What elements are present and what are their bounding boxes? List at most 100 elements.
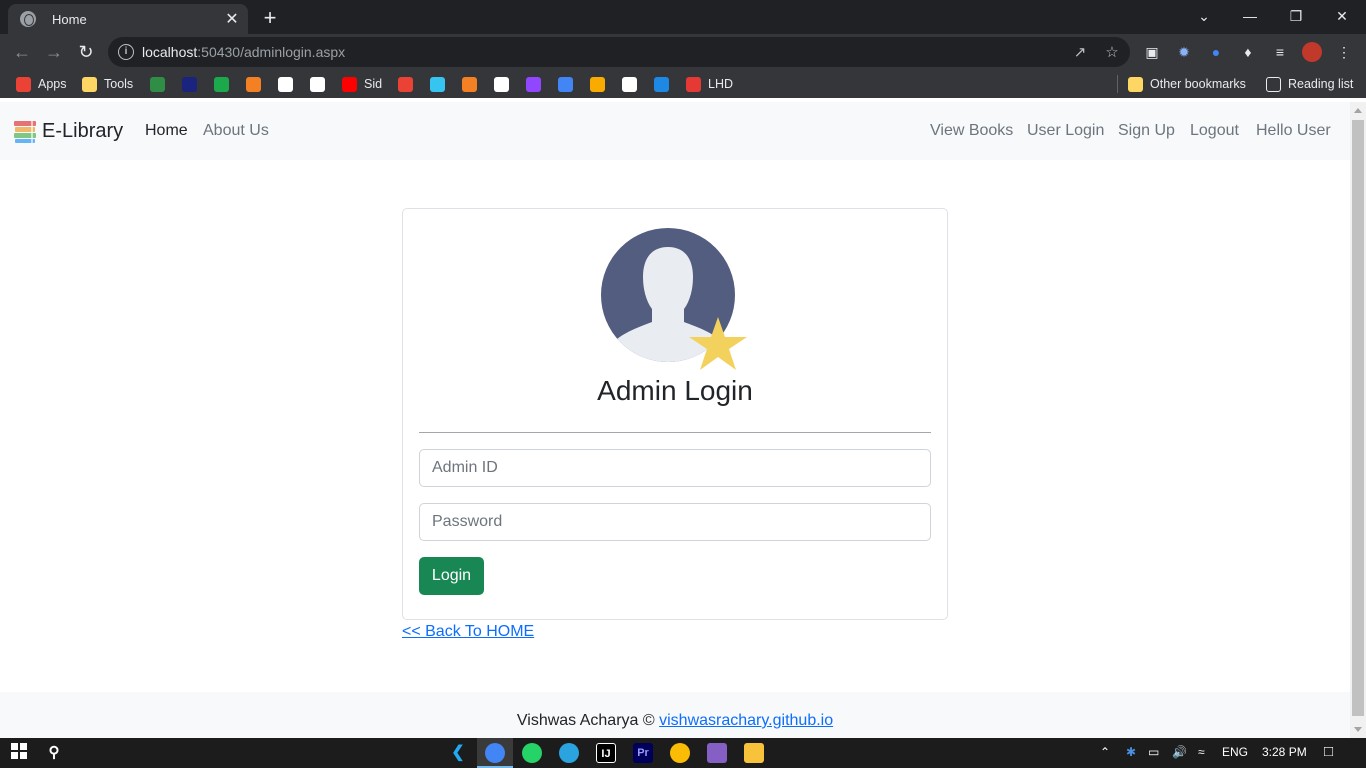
other-bookmarks-folder[interactable]: Other bookmarks <box>1128 76 1246 92</box>
shield-icon <box>494 76 509 92</box>
lock-icon <box>622 76 637 92</box>
bluetooth-icon[interactable]: ✱ <box>1126 745 1136 759</box>
menu-kebab-icon[interactable]: ⋮ <box>1334 42 1354 62</box>
nav-sign-up[interactable]: Sign Up <box>1118 122 1175 140</box>
bookmark-item[interactable] <box>214 76 236 92</box>
twitch-icon <box>526 76 541 92</box>
tab-groups-icon[interactable]: ▣ <box>1142 42 1162 62</box>
browser-tab[interactable]: Home ✕ <box>8 4 248 34</box>
site-navbar: E-Library Home About Us View Books User … <box>0 102 1350 160</box>
wifi-icon[interactable]: ≈ <box>1198 745 1205 759</box>
admin-avatar-icon <box>599 227 753 377</box>
slack-icon <box>430 76 445 92</box>
password-input[interactable] <box>419 503 931 541</box>
nav-home[interactable]: Home <box>145 122 188 140</box>
web-page: E-Library Home About Us View Books User … <box>0 102 1350 738</box>
extension-gear-icon[interactable]: ✹ <box>1174 42 1194 62</box>
divider <box>419 432 931 433</box>
telegram-icon[interactable] <box>559 743 579 763</box>
bookmark-item[interactable] <box>462 76 484 92</box>
bookmark-item[interactable] <box>246 76 268 92</box>
premiere-icon[interactable]: Pr <box>633 743 653 763</box>
python-extension-icon[interactable]: ● <box>1206 42 1226 62</box>
nav-user-login[interactable]: User Login <box>1027 122 1104 140</box>
bookmark-item[interactable]: LHD <box>686 76 733 92</box>
site-info-icon[interactable]: i <box>118 44 134 60</box>
puzzle-extensions-icon[interactable]: ♦ <box>1238 42 1258 62</box>
brand-link[interactable]: E-Library <box>12 118 123 144</box>
windows-taskbar: ⚲ ❮ IJ Pr ⌃ ✱ ▭ 🔊 ≈ ENG 3:28 PM □ <box>0 738 1366 768</box>
books-logo-icon <box>14 121 36 143</box>
scroll-down-icon[interactable] <box>1354 727 1362 732</box>
admin-id-input[interactable] <box>419 449 931 487</box>
battery-icon[interactable]: ▭ <box>1148 745 1159 759</box>
bookmark-item[interactable]: Apps <box>16 76 67 92</box>
bookmark-item[interactable] <box>182 76 204 92</box>
nav-about-us[interactable]: About Us <box>203 122 269 140</box>
tray-chevron-icon[interactable]: ⌃ <box>1100 745 1110 759</box>
nav-hello-user[interactable]: Hello User <box>1256 122 1331 140</box>
reading-list-icon <box>1266 76 1281 92</box>
bookmark-item[interactable] <box>150 76 172 92</box>
profile-avatar[interactable] <box>1302 42 1322 62</box>
url-text[interactable]: localhost:50430/adminlogin.aspx <box>142 44 345 60</box>
vscode-icon[interactable]: ❮ <box>448 743 468 763</box>
bookmark-item[interactable] <box>278 76 300 92</box>
footer-text: Vishwas Acharya © vishwasrachary.github.… <box>0 712 1350 730</box>
clock[interactable]: 3:28 PM <box>1262 745 1307 759</box>
maximize-button[interactable]: ❐ <box>1276 4 1316 28</box>
back-to-home-link[interactable]: << Back To HOME <box>402 623 534 641</box>
forward-arrow-icon[interactable]: → <box>42 40 66 64</box>
bookmark-item[interactable] <box>430 76 452 92</box>
footer-author: Vishwas Acharya © <box>516 712 655 729</box>
tab-search-icon[interactable]: ⌄ <box>1184 4 1224 28</box>
bookmark-item[interactable] <box>398 76 420 92</box>
page-scrollbar[interactable] <box>1350 102 1366 738</box>
bookmark-item[interactable]: Sid <box>342 76 382 92</box>
reload-icon[interactable]: ↻ <box>74 40 98 64</box>
media-control-icon[interactable]: ≡ <box>1270 42 1290 62</box>
bookmark-label: Tools <box>104 77 134 91</box>
minimize-button[interactable]: — <box>1230 4 1270 28</box>
bookmark-item[interactable] <box>310 76 332 92</box>
address-bar[interactable]: i localhost:50430/adminlogin.aspx ↗ ☆ <box>108 37 1130 67</box>
bookmark-label: Sid <box>364 77 383 91</box>
bookmark-item[interactable] <box>558 76 580 92</box>
bookmark-item[interactable] <box>654 76 676 92</box>
brand-name: E-Library <box>42 119 124 142</box>
windows-start-icon[interactable] <box>9 743 29 763</box>
bookmark-label: Apps <box>38 77 67 91</box>
bookmark-item[interactable] <box>590 76 612 92</box>
close-tab-icon[interactable]: ✕ <box>222 9 242 29</box>
bookmark-item[interactable] <box>494 76 516 92</box>
nav-logout[interactable]: Logout <box>1190 122 1239 140</box>
footer-github-link[interactable]: vishwasrachary.github.io <box>659 712 833 729</box>
visual-studio-icon[interactable] <box>707 743 727 763</box>
back-arrow-icon[interactable]: ← <box>10 40 34 64</box>
whatsapp-icon[interactable] <box>522 743 542 763</box>
close-window-button[interactable]: ✕ <box>1322 4 1362 28</box>
new-tab-button[interactable]: + <box>258 5 282 31</box>
nav-view-books[interactable]: View Books <box>930 122 1013 140</box>
file-explorer-icon[interactable] <box>744 743 764 763</box>
globe-icon <box>20 11 36 27</box>
volume-icon[interactable]: 🔊 <box>1172 745 1187 759</box>
intellij-icon[interactable]: IJ <box>596 743 616 763</box>
stack-icon <box>462 76 477 92</box>
chrome-icon[interactable] <box>485 743 505 763</box>
bookmark-item[interactable] <box>622 76 644 92</box>
browser-toolbar: ← → ↻ i localhost:50430/adminlogin.aspx … <box>0 34 1366 70</box>
bookmark-item[interactable] <box>526 76 548 92</box>
search-icon[interactable]: ⚲ <box>44 743 64 763</box>
reading-list-button[interactable]: Reading list <box>1266 76 1353 92</box>
notifications-icon[interactable]: □ <box>1324 743 1333 760</box>
star-bookmark-icon[interactable]: ☆ <box>1102 43 1122 61</box>
scroll-up-icon[interactable] <box>1354 108 1362 113</box>
gmail-icon <box>398 76 413 92</box>
chrome-alt-icon[interactable] <box>670 743 690 763</box>
language-indicator[interactable]: ENG <box>1222 745 1248 759</box>
login-button[interactable]: Login <box>419 557 484 595</box>
scrollbar-thumb[interactable] <box>1352 120 1364 716</box>
bookmark-item[interactable]: Tools <box>82 76 133 92</box>
share-icon[interactable]: ↗ <box>1070 43 1090 61</box>
